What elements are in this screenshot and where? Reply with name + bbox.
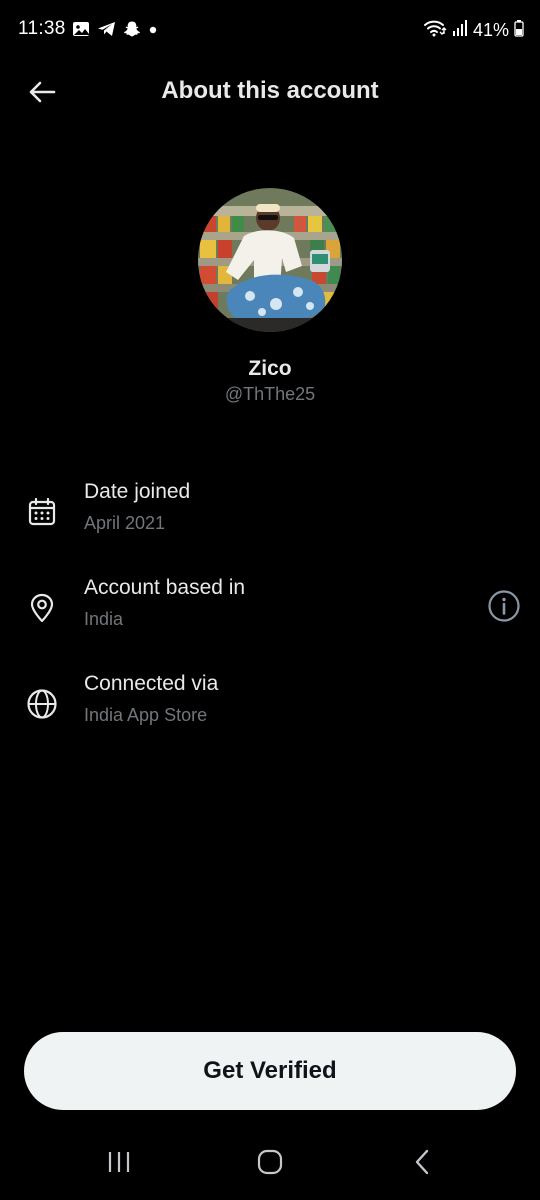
profile-handle: @ThThe25 [224, 384, 316, 404]
info-value: April 2021 [84, 513, 166, 533]
location-pin-icon [24, 590, 60, 626]
recents-icon [106, 1150, 132, 1179]
info-title: Date joined [84, 480, 191, 503]
home-icon [257, 1149, 283, 1180]
notification-icons [72, 20, 158, 38]
info-row-connected-via: Connected via India App Store [0, 672, 540, 742]
avatar [198, 188, 342, 332]
recents-button[interactable] [97, 1144, 141, 1184]
get-verified-button[interactable]: Get Verified [24, 1032, 516, 1110]
profile-name: Zico [248, 357, 292, 380]
wifi-icon [423, 18, 447, 43]
info-value: India App Store [84, 705, 208, 725]
info-title: Account based in [84, 576, 246, 599]
info-icon [487, 589, 521, 628]
battery-icon [514, 19, 524, 42]
system-nav-bar [0, 1130, 540, 1200]
back-icon [412, 1148, 432, 1181]
home-button[interactable] [248, 1144, 292, 1184]
info-value: India [84, 609, 124, 629]
header: About this account [0, 62, 540, 124]
status-time: 11:38 [18, 18, 66, 39]
system-back-button[interactable] [400, 1144, 444, 1184]
snapchat-icon [123, 20, 141, 38]
telegram-icon [97, 20, 116, 38]
page-title: About this account [161, 77, 379, 104]
info-title: Connected via [84, 672, 219, 695]
info-row-account-based: Account based in India [0, 576, 540, 646]
notification-dot-icon [148, 20, 158, 38]
signal-icon [452, 19, 468, 42]
gallery-icon [72, 20, 90, 38]
calendar-icon [24, 494, 60, 530]
status-bar: 11:38 41% [0, 0, 540, 62]
battery-percent: 41% [472, 20, 509, 40]
info-button[interactable] [486, 589, 522, 628]
globe-icon [24, 686, 60, 722]
info-row-date-joined: Date joined April 2021 [0, 480, 540, 550]
